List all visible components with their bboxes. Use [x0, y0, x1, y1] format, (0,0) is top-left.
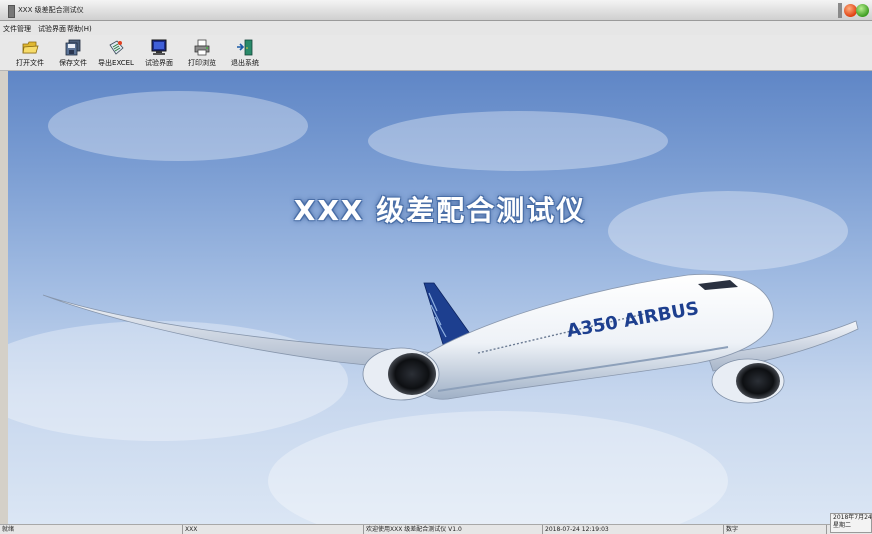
airplane-illustration: A350 AIRBUS	[42, 273, 859, 404]
clock-weekday: 星期二	[833, 522, 852, 529]
clock-tray[interactable]: 2018年7月24 星期二	[830, 513, 872, 533]
folder-open-icon	[22, 41, 39, 54]
clock-date: 2018年7月24	[833, 514, 872, 521]
save-file-label: 保存文件	[59, 59, 87, 67]
window-controls-divider	[838, 3, 842, 18]
exit-system-label: 退出系统	[231, 59, 259, 67]
title-bar: XXX 级差配合测试仪	[0, 0, 872, 21]
window-title: XXX 级差配合测试仪	[18, 6, 84, 14]
print-preview-button[interactable]: 打印浏览	[179, 37, 225, 69]
save-file-button[interactable]: 保存文件	[50, 37, 96, 69]
open-file-label: 打开文件	[16, 59, 44, 67]
menu-file-management[interactable]: 文件管理	[3, 24, 31, 34]
app-icon	[8, 5, 15, 18]
save-disk-icon	[65, 39, 81, 56]
maximize-button[interactable]	[856, 4, 869, 17]
export-excel-button[interactable]: 导出EXCEL	[93, 37, 139, 69]
menu-bar: 文件管理 试验界面 帮助(H)	[0, 21, 872, 35]
export-excel-label: 导出EXCEL	[98, 59, 134, 67]
splash-background: XXX 级差配合测试仪 A350 AIRBUS	[8, 71, 872, 524]
export-excel-icon	[109, 40, 124, 55]
test-interface-label: 试验界面	[145, 59, 173, 67]
window-controls	[838, 3, 870, 18]
test-interface-button[interactable]: 试验界面	[136, 37, 182, 69]
exit-system-button[interactable]: 退出系统	[222, 37, 268, 69]
toolbar: 打开文件 保存文件 导出EXCEL 试验界面 打印浏览 退出系统	[0, 35, 872, 71]
menu-help[interactable]: 帮助(H)	[67, 24, 92, 34]
exit-door-icon	[237, 39, 253, 56]
monitor-icon	[151, 39, 167, 55]
print-preview-label: 打印浏览	[188, 59, 216, 67]
printer-icon	[194, 39, 210, 56]
menu-test-interface[interactable]: 试验界面	[38, 24, 66, 34]
open-file-button[interactable]: 打开文件	[7, 37, 53, 69]
